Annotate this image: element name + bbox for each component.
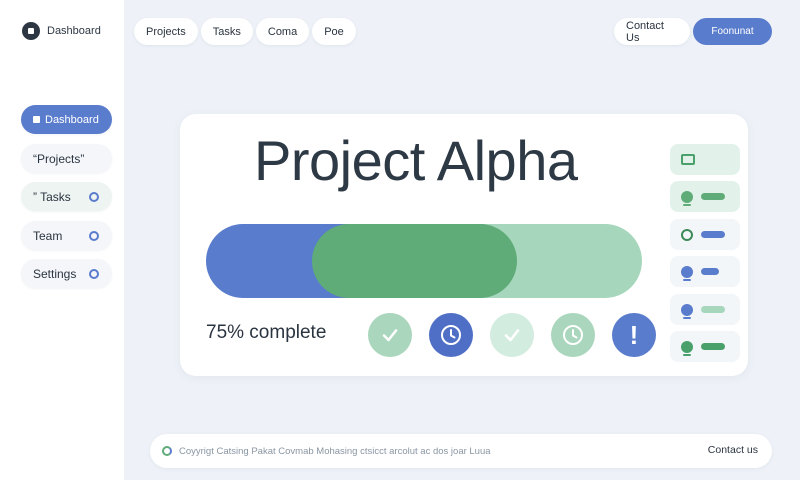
sidebar: Dashboard Dashboard “Projects” ” Tasks T… [0,0,124,480]
ring-icon [89,230,99,241]
project-card: Project Alpha 75% complete ! [180,114,748,376]
indicator-bar [701,306,725,313]
indicator-bar [701,231,725,238]
sidebar-item-label: ” Tasks [33,189,71,204]
indicator-row[interactable] [670,256,740,287]
tab-projects[interactable]: Projects [134,18,198,45]
sidebar-item-label: Dashboard [45,113,99,126]
contact-us-button[interactable]: Contact Us [614,18,690,45]
brand[interactable]: Dashboard [22,22,101,40]
footer: Coyyrigt Catsing Pakat Covmab Mohasing c… [150,434,772,468]
face-icon [681,228,693,241]
indicator-bar [701,268,719,275]
indicator-row[interactable] [670,219,740,250]
sidebar-item-label: “Projects” [33,151,85,166]
sidebar-item-label: Settings [33,266,77,281]
indicator-row[interactable] [670,294,740,325]
footer-contact-link[interactable]: Contact us [708,444,758,456]
indicator-monitor[interactable] [670,144,740,175]
dashboard-icon [33,116,40,123]
indicator-row[interactable] [670,181,740,212]
tab-tasks[interactable]: Tasks [200,18,253,45]
user-icon [681,303,693,319]
ring-icon [89,268,99,279]
ring-icon [89,191,99,202]
cta-button[interactable]: Foonunat [693,18,772,45]
clock-icon[interactable] [551,313,595,357]
check-icon[interactable] [368,313,412,357]
indicator-bar [701,193,725,200]
check-icon[interactable] [490,313,534,357]
project-title: Project Alpha [254,129,578,192]
sidebar-item-settings[interactable]: Settings [21,259,112,288]
brand-label: Dashboard [47,25,101,37]
logo-icon [22,22,40,40]
tab-coma[interactable]: Coma [255,18,310,45]
indicator-row[interactable] [670,331,740,362]
pin-icon [681,340,693,356]
top-nav: Projects Tasks Coma Poe [134,18,356,45]
pin-icon [681,190,693,206]
footer-copyright: Coyyrigt Catsing Pakat Covmab Mohasing c… [179,445,491,457]
sidebar-item-team[interactable]: Team [21,221,112,250]
sidebar-item-label: Team [33,228,63,243]
sidebar-item-dashboard[interactable]: Dashboard [21,105,112,134]
sidebar-item-projects[interactable]: “Projects” [21,144,112,173]
progress-bar-green [312,224,517,298]
alert-icon[interactable]: ! [612,313,656,357]
progress-label: 75% complete [206,322,327,343]
copyright-icon [162,446,172,456]
indicator-bar [701,343,725,350]
sidebar-item-tasks[interactable]: ” Tasks [21,182,112,211]
clock-icon[interactable] [429,313,473,357]
tab-poe[interactable]: Poe [312,18,356,45]
monitor-icon [681,154,695,165]
user-icon [681,265,693,281]
